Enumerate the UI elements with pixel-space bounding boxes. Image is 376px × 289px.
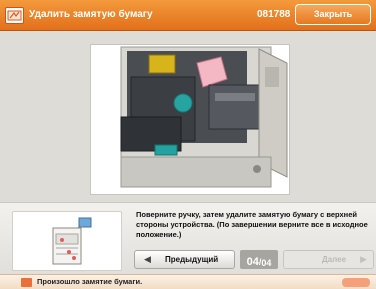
printer-open-door-illustration [120,46,288,188]
printer-thumbnail [12,211,122,271]
status-message: Произошло замятие бумаги. [37,277,143,286]
job-code: 081788 [257,9,291,20]
instruction-message: Поверните ручку, затем удалите замятую б… [136,210,368,239]
instruction-panel: Поверните ручку, затем удалите замятую б… [0,202,376,275]
arrow-left-icon: ◀ [144,254,151,264]
close-button[interactable]: Закрыть [295,4,371,25]
printer-thumbnail-icon [52,217,92,265]
page-indicator: 04/04 [240,250,278,269]
paper-jam-icon [5,7,24,24]
status-bar: Произошло замятие бумаги. [0,274,376,289]
previous-button-label: Предыдущий [165,255,219,264]
total-pages: 04 [261,258,272,268]
page-title: Удалить замятую бумагу [29,9,153,20]
current-page: 04 [246,256,259,268]
paper-jam-status-icon [21,278,32,287]
next-button[interactable]: Далее ▶ [283,250,374,269]
next-button-label: Далее [322,255,347,264]
illustration-frame [90,44,290,195]
title-bar: Удалить замятую бумагу 081788 Закрыть [0,0,376,31]
previous-button[interactable]: ◀ Предыдущий [134,250,235,269]
arrow-right-icon: ▶ [360,254,367,264]
status-indicator[interactable] [342,278,370,287]
main-area [0,31,376,202]
